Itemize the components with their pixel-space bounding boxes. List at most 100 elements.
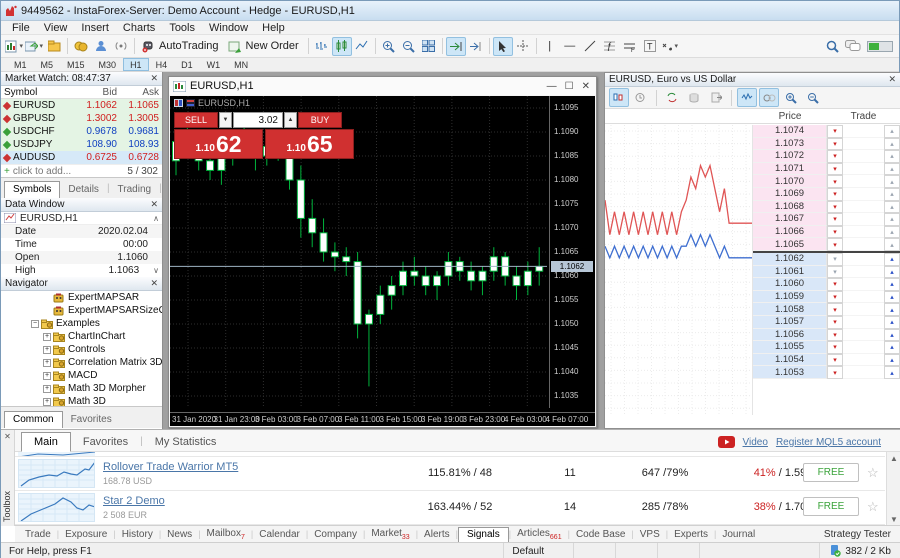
ladder-volume-cell[interactable]: [843, 125, 884, 138]
ladder-sell-button[interactable]: ▾: [827, 175, 843, 188]
navigator-close-icon[interactable]: ✕: [150, 279, 158, 288]
toolbox-tab-journal[interactable]: Journal: [716, 528, 761, 541]
ladder-volume-cell[interactable]: [843, 354, 884, 367]
toolbox-tab-mailbox[interactable]: Mailbox7: [201, 527, 251, 542]
ladder-sell-button[interactable]: ▾: [827, 188, 843, 201]
ladder-buy-button[interactable]: ▴: [884, 354, 900, 367]
timeframe-m5[interactable]: M5: [34, 58, 61, 71]
ladder-buy-button[interactable]: ▴: [884, 303, 900, 316]
ladder-price[interactable]: 1.1055: [753, 341, 827, 354]
expand-icon[interactable]: +: [43, 372, 51, 380]
ladder-volume-cell[interactable]: [843, 291, 884, 304]
ladder-buy-button[interactable]: ▴: [884, 150, 900, 163]
market-watch-close-icon[interactable]: ✕: [150, 74, 158, 83]
ladder-volume-cell[interactable]: [843, 175, 884, 188]
ladder-buy-button[interactable]: ▴: [884, 329, 900, 342]
toolbox-tab-market[interactable]: Market33: [365, 527, 415, 542]
ladder-price[interactable]: 1.1058: [753, 303, 827, 316]
ladder-buy-button[interactable]: ▴: [884, 163, 900, 176]
autotrading-icon[interactable]: [138, 37, 158, 56]
ladder-volume-cell[interactable]: [843, 253, 884, 266]
ladder-sell-button[interactable]: ▾: [827, 213, 843, 226]
ladder-price[interactable]: 1.1053: [753, 366, 827, 379]
ladder-price[interactable]: 1.1072: [753, 150, 827, 163]
menu-item-window[interactable]: Window: [202, 22, 255, 34]
market-watch-button[interactable]: [71, 37, 91, 56]
ladder-sell-button[interactable]: ▾: [827, 163, 843, 176]
dom-combined-button[interactable]: [759, 88, 779, 107]
horizontal-line-tool[interactable]: —: [560, 37, 580, 56]
channel-tool[interactable]: F: [620, 37, 640, 56]
tab-symbols[interactable]: Symbols: [4, 181, 60, 198]
data-folder-button[interactable]: [44, 37, 64, 56]
ladder-price[interactable]: 1.1057: [753, 316, 827, 329]
price-axis[interactable]: 1.1062 1.10951.10901.10851.10801.10751.1…: [549, 96, 595, 408]
ladder-price[interactable]: 1.1062: [753, 253, 827, 266]
favorite-star-icon[interactable]: ☆: [867, 499, 879, 515]
arrows-tool[interactable]: ▾: [660, 37, 680, 56]
time-axis[interactable]: 31 Jan 202031 Jan 23:003 Feb 03:003 Feb …: [170, 412, 595, 426]
click-to-add[interactable]: click to add...: [13, 166, 71, 177]
navigator-item-expertmapsarsizeoptim[interactable]: ExpertMAPSARSizeOptim: [1, 304, 162, 317]
navigator-item-macd[interactable]: +MACD: [1, 369, 162, 382]
timeframe-mn[interactable]: MN: [227, 58, 255, 71]
timeframe-w1[interactable]: W1: [200, 58, 228, 71]
dom-depth-button[interactable]: [684, 88, 704, 107]
ladder-buy-button[interactable]: ▴: [884, 366, 900, 379]
market-watch-row[interactable]: USDCHF0.96780.9681: [1, 125, 162, 138]
ladder-sell-button[interactable]: ▾: [827, 291, 843, 304]
tile-windows-button[interactable]: [419, 37, 439, 56]
ladder-sell-button[interactable]: ▾: [827, 253, 843, 266]
collapse-icon[interactable]: −: [31, 320, 39, 328]
signal-free-button[interactable]: FREE: [803, 463, 859, 482]
market-watch-row[interactable]: AUDUSD0.67250.6728: [1, 151, 162, 164]
ladder-price[interactable]: 1.1054: [753, 354, 827, 367]
toolbox-tab-signals[interactable]: Signals: [458, 527, 509, 542]
ladder-price[interactable]: 1.1066: [753, 226, 827, 239]
menu-item-insert[interactable]: Insert: [74, 22, 116, 34]
ladder-sell-button[interactable]: ▾: [827, 341, 843, 354]
dom-zoom-out-button[interactable]: [803, 88, 823, 107]
ladder-sell-button[interactable]: ▾: [827, 138, 843, 151]
spread-up-button[interactable]: ▲: [284, 112, 297, 128]
status-profile[interactable]: Default: [504, 543, 574, 558]
ladder-price[interactable]: 1.1061: [753, 266, 827, 279]
ladder-sell-button[interactable]: ▾: [827, 266, 843, 279]
navigator-item-examples[interactable]: −Examples: [1, 317, 162, 330]
market-watch-row[interactable]: USDJPY108.90108.93: [1, 138, 162, 151]
bar-chart-mode-button[interactable]: [312, 37, 332, 56]
ladder-buy-button[interactable]: ▴: [884, 266, 900, 279]
signal-name-link[interactable]: Rollover Trade Warrior MT5: [103, 461, 238, 473]
navigator-item-chartinchart[interactable]: +ChartInChart: [1, 330, 162, 343]
tab-common[interactable]: Common: [4, 411, 63, 428]
ladder-volume-cell[interactable]: [843, 163, 884, 176]
expand-icon[interactable]: +: [43, 333, 51, 341]
expand-icon[interactable]: +: [43, 346, 51, 354]
menu-item-help[interactable]: Help: [255, 22, 292, 34]
menu-item-file[interactable]: File: [5, 22, 37, 34]
strategy-tester-label[interactable]: Strategy Tester: [824, 529, 900, 540]
ladder-sell-button[interactable]: ▾: [827, 226, 843, 239]
ladder-buy-button[interactable]: ▴: [884, 213, 900, 226]
zoom-out-button[interactable]: [399, 37, 419, 56]
dom-refresh-button[interactable]: [662, 88, 682, 107]
expand-icon[interactable]: +: [43, 359, 51, 367]
ladder-sell-button[interactable]: ▾: [827, 354, 843, 367]
ladder-price[interactable]: 1.1067: [753, 213, 827, 226]
ladder-buy-button[interactable]: ▴: [884, 226, 900, 239]
toolbox-tab-news[interactable]: News: [161, 528, 198, 541]
navigator-item-math-3d-morpher[interactable]: +Math 3D Morpher: [1, 382, 162, 395]
expand-icon[interactable]: +: [43, 398, 51, 406]
tab-favorites[interactable]: Favorites: [63, 412, 120, 428]
line-chart-mode-button[interactable]: [352, 37, 372, 56]
ladder-sell-button[interactable]: ▾: [827, 329, 843, 342]
ladder-buy-button[interactable]: ▴: [884, 291, 900, 304]
toolbox-tab-trade[interactable]: Trade: [19, 528, 57, 541]
one-click-icon[interactable]: [174, 99, 183, 107]
chart-window-titlebar[interactable]: EURUSD,H1 — ☐ ✕: [169, 77, 596, 95]
ladder-sell-button[interactable]: ▾: [827, 201, 843, 214]
ladder-volume-cell[interactable]: [843, 150, 884, 163]
toolbox-tab-calendar[interactable]: Calendar: [253, 528, 306, 541]
register-mql5-link[interactable]: Register MQL5 account: [776, 437, 881, 448]
ladder-price[interactable]: 1.1065: [753, 238, 827, 251]
